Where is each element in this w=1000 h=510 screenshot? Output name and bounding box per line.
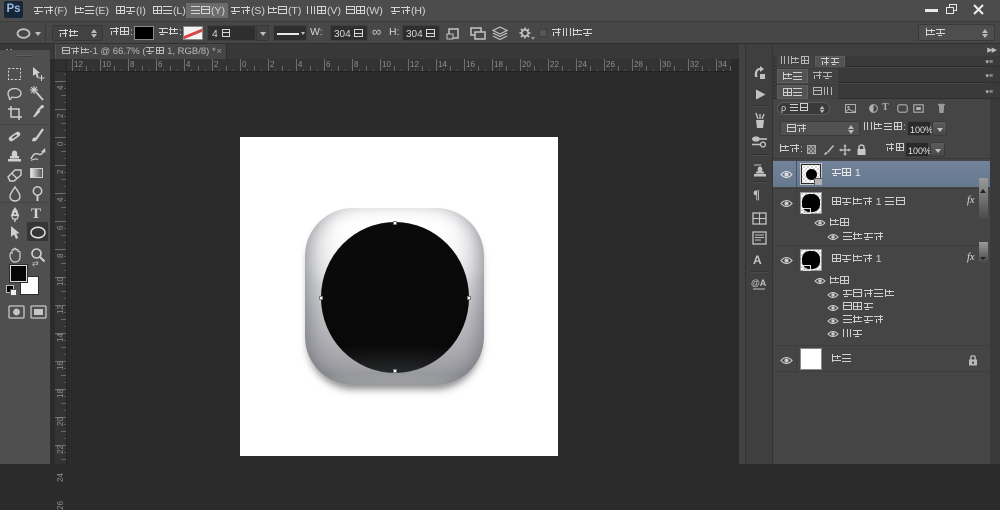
svg-text:@A: @A <box>751 278 767 288</box>
